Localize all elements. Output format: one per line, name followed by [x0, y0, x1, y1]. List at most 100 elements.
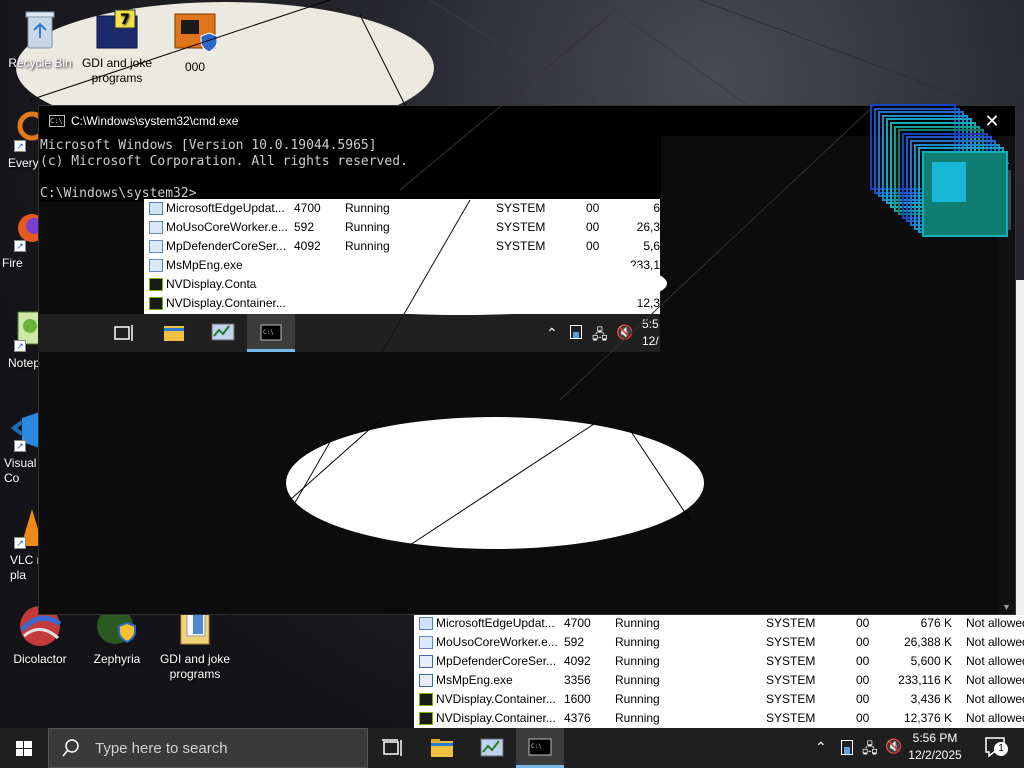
task-manager-button[interactable] — [468, 728, 516, 768]
process-icon — [149, 278, 163, 291]
table-row[interactable]: MsMpEng.exe 3356 Running SYSTEM 00 233,116 K N… — [414, 671, 1024, 690]
search-input[interactable]: Type here to search — [48, 728, 368, 768]
desktop-icon-label: 000 — [184, 60, 206, 74]
cell-cpu: 00 — [856, 692, 870, 706]
task-view-button[interactable] — [368, 728, 416, 768]
clock-date: 12/2/2025 — [908, 748, 962, 762]
search-placeholder: Type here to search — [95, 739, 228, 757]
ghost-taskbar: C:\ ⌃ 🖧 🔇 5:5 12/ — [38, 314, 660, 352]
cell-user: SYSTEM — [766, 635, 816, 649]
cmd-taskbar-button[interactable]: C:\ — [516, 728, 564, 768]
cell-pid: 4376 — [564, 711, 591, 725]
cell-memory: 5,6 — [643, 239, 660, 253]
process-icon — [149, 240, 163, 253]
cell-user: SYSTEM — [766, 616, 816, 630]
cell-cpu: 00 — [856, 616, 870, 630]
cell-memory: 233,116 K — [898, 673, 952, 687]
cell-name: MoUsoCoreWorker.e... — [436, 635, 558, 649]
cmd-window-title: C:\Windows\system32\cmd.exe — [71, 114, 239, 128]
task-manager-edge-strip — [1016, 280, 1024, 615]
desktop-icon-label: Visual Co — [4, 456, 37, 485]
process-icon — [419, 693, 433, 706]
cell-memory: 12,376 K — [903, 711, 952, 725]
glitch-cube-artifact — [866, 102, 1016, 237]
cell-memory: 6 — [653, 201, 660, 215]
file-explorer-icon — [150, 314, 198, 352]
taskbar-clock[interactable]: 5:56 PM 12/2/2025 — [895, 730, 975, 764]
desktop-icon-label: GDI and joke programs — [81, 56, 153, 85]
desktop-icon-gdi-folder[interactable]: 7 GDI and joke programs — [77, 8, 157, 86]
task-view-icon — [382, 739, 402, 756]
table-row[interactable]: NVDisplay.Container... 1600 Running SYSTEM 0… — [414, 690, 1024, 709]
task-manager-details-table: MicrosoftEdgeUpdat... 4700 Running SYSTEM 00… — [414, 614, 1024, 728]
table-row[interactable]: MoUsoCoreWorker.e... 592 Running SYSTEM 00 26… — [414, 633, 1024, 652]
cell-user: SYSTEM — [496, 201, 546, 215]
cell-uac: Not allowed — [966, 635, 1024, 649]
folder-winrar-icon: 7 — [95, 8, 139, 52]
cell-name: NVDisplay.Contai — [166, 277, 260, 291]
shield-app-icon — [173, 12, 218, 56]
table-row[interactable]: MicrosoftEdgeUpdat... 4700 Running SYSTEM 00… — [414, 614, 1024, 633]
cell-status: Running — [615, 673, 660, 687]
cmd-console-output[interactable]: Microsoft Windows [Version 10.0.19044.59… — [40, 136, 661, 202]
chevron-up-icon: ⌃ — [546, 325, 558, 341]
table-row[interactable]: MpDefenderCoreSer... 4092 Running SYSTEM 00 5… — [414, 652, 1024, 671]
cell-uac: Not allowed — [966, 616, 1024, 630]
cell-name: MsMpEng.exe — [166, 258, 243, 272]
scroll-down-icon[interactable]: ▼ — [998, 602, 1015, 612]
cell-pid: 592 — [294, 220, 315, 234]
recycle-bin-icon — [18, 8, 62, 52]
process-icon — [149, 202, 163, 215]
task-manager-icon — [198, 314, 246, 352]
desktop-icon-000[interactable]: 000 — [155, 12, 235, 75]
cell-memory: 676 K — [920, 616, 952, 630]
cell-user: SYSTEM — [766, 711, 816, 725]
cell-cpu: 00 — [856, 654, 870, 668]
cell-status: Running — [615, 692, 660, 706]
cell-user: SYSTEM — [766, 654, 816, 668]
process-icon — [419, 674, 433, 687]
desktop-icon-gdi-folder-2[interactable]: GDI and joke programs — [155, 604, 235, 682]
chevron-up-icon[interactable]: ⌃ — [815, 739, 827, 756]
cell-memory: 26,3 — [636, 220, 660, 234]
table-row[interactable]: NVDisplay.Container... 4376 Running SYSTEM 0… — [414, 709, 1024, 728]
process-icon — [419, 655, 433, 668]
console-line: (c) Microsoft Corporation. All rights re… — [40, 154, 408, 169]
cell-pid: 1600 — [564, 692, 591, 706]
cell-memory: 3,436 K — [910, 692, 952, 706]
cell-uac: Not allowed — [966, 711, 1024, 725]
cell-memory: 26,388 K — [903, 635, 952, 649]
cell-user: SYSTEM — [766, 692, 816, 706]
cell-status: Running — [615, 635, 660, 649]
cell-name: NVDisplay.Container... — [436, 692, 556, 706]
glitch-ellipse-middle — [255, 252, 667, 315]
cell-uac: Not allowed — [966, 654, 1024, 668]
start-button[interactable] — [0, 728, 48, 768]
cell-name: NVDisplay.Container... — [436, 711, 556, 725]
cell-pid: 592 — [564, 635, 585, 649]
cell-pid: 4700 — [564, 616, 591, 630]
ghost-table-row: MicrosoftEdgeUpdat... 4700 Running SYSTEM 00… — [144, 199, 660, 218]
cell-name: MoUsoCoreWorker.e... — [166, 220, 288, 234]
process-icon — [419, 712, 433, 725]
desktop-icon-label: GDI and joke programs — [159, 652, 231, 681]
notification-center-button[interactable]: 1 — [984, 736, 1008, 758]
cell-status: Running — [615, 654, 660, 668]
cell-name: MpDefenderCoreSer... — [166, 239, 287, 253]
cell-pid: 4700 — [294, 201, 321, 215]
file-explorer-button[interactable] — [418, 728, 466, 768]
battery-icon[interactable] — [841, 740, 853, 755]
cell-uac: Not allowed — [966, 692, 1024, 706]
network-icon[interactable]: 🖧 — [862, 738, 878, 762]
shortcut-arrow-icon: ↗ — [14, 537, 26, 549]
svg-text:C:\: C:\ — [263, 329, 274, 336]
cube-face — [932, 162, 966, 202]
taskbar: Type here to search C:\ ⌃ 🖧 🔇 5:56 PM 12… — [0, 728, 1024, 768]
process-icon — [149, 297, 163, 310]
process-icon — [149, 221, 163, 234]
cmd-icon: C:\ — [528, 738, 552, 756]
process-icon — [419, 636, 433, 649]
cell-name: NVDisplay.Container... — [166, 296, 286, 310]
windows-logo-icon — [16, 741, 32, 756]
desktop-icon-recycle-bin[interactable]: Recycle Bin — [0, 8, 80, 71]
